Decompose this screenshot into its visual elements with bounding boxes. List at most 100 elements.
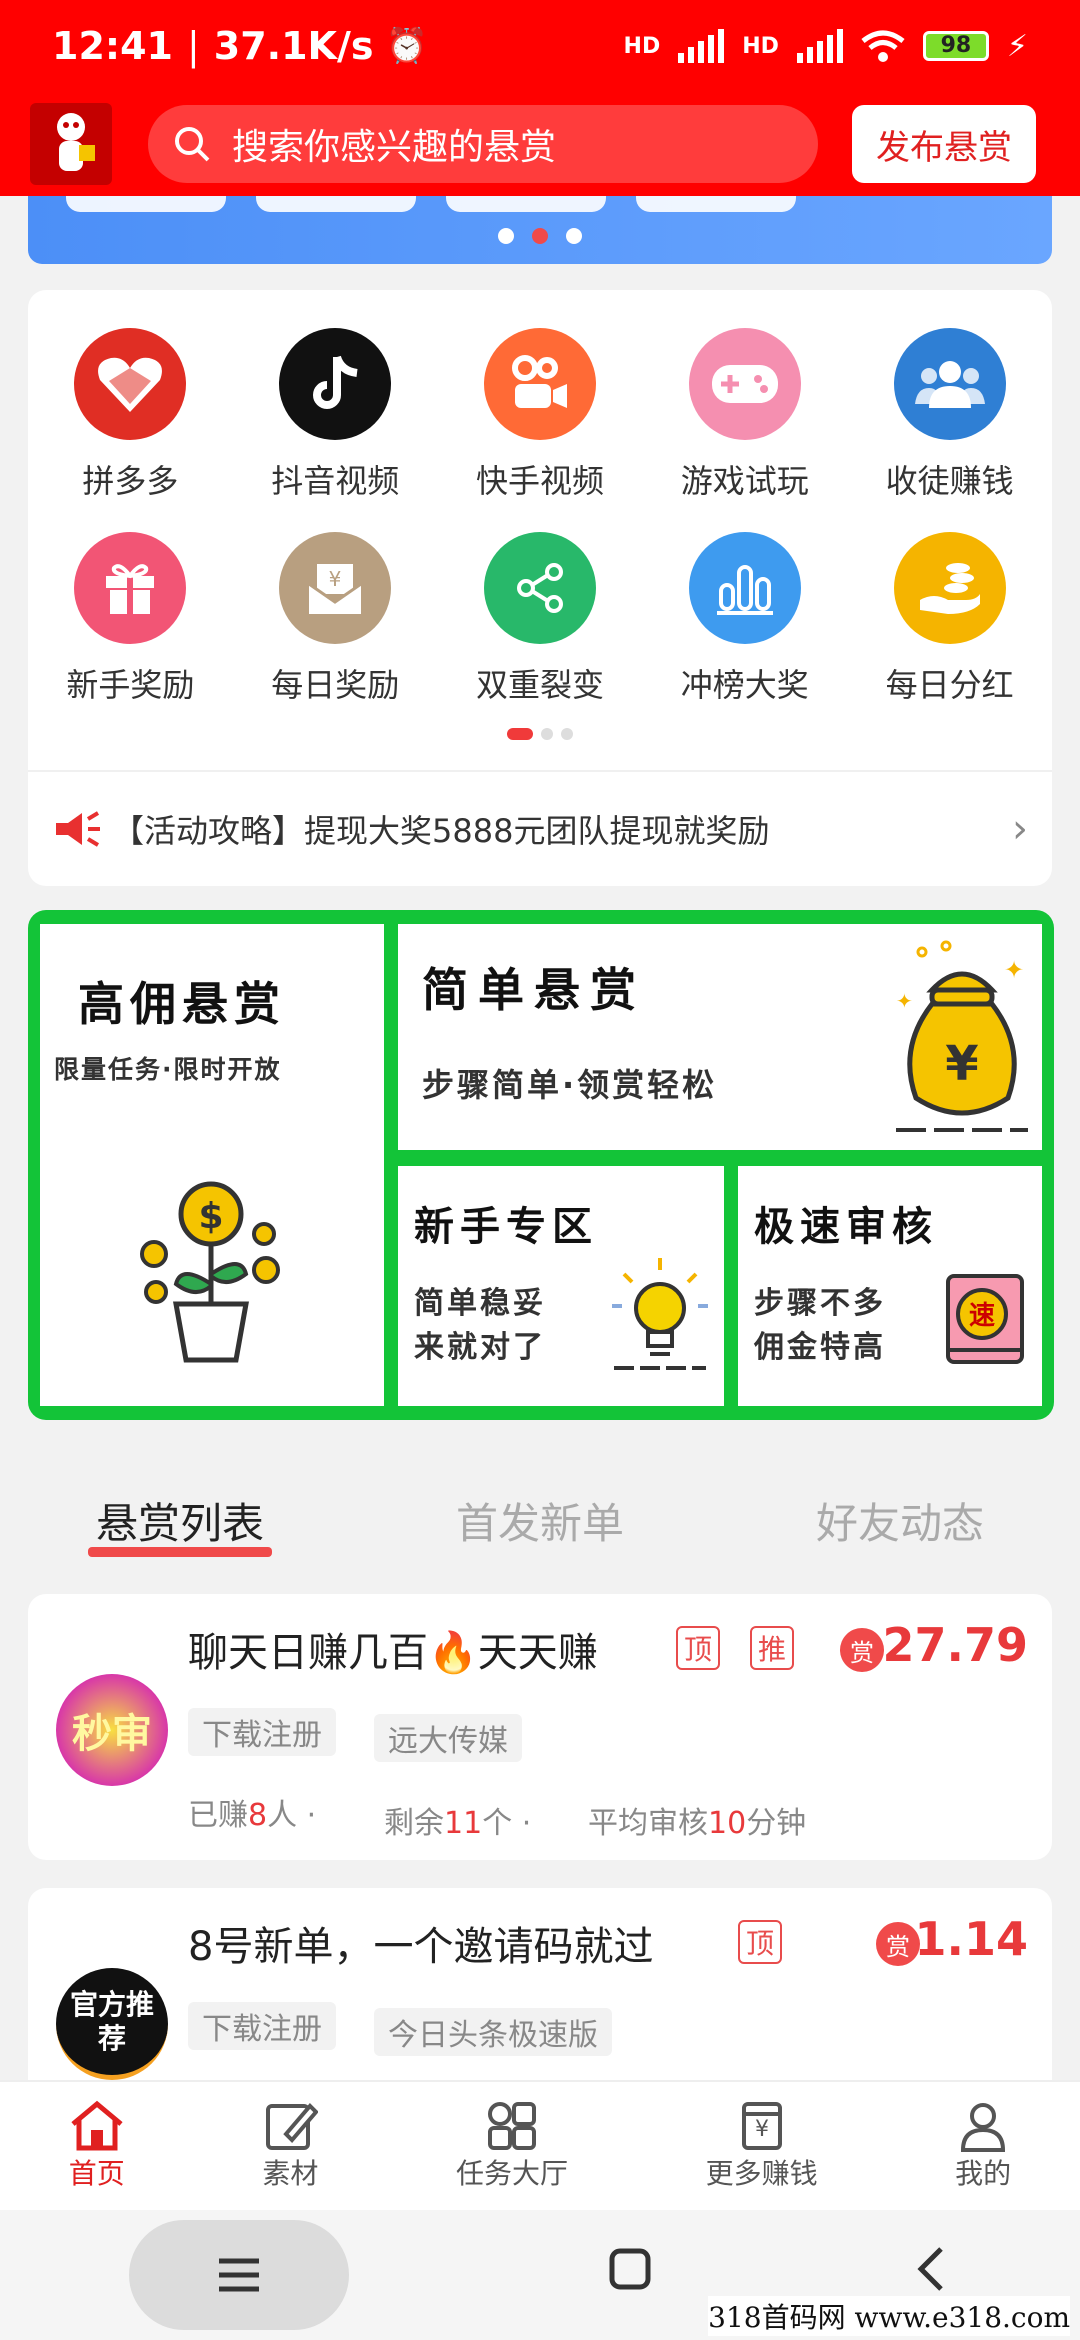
promo-right-title: 极速审核 — [754, 1204, 938, 1250]
gamepad-icon — [688, 328, 801, 440]
grid-item-double-fission[interactable]: 双重裂变 — [438, 532, 643, 706]
grid-item-pinduoduo[interactable]: 拼多多 — [28, 328, 233, 502]
task-earned: 已赚8人 · — [188, 1798, 317, 1833]
bar-chart-icon — [688, 532, 801, 644]
home-button[interactable] — [608, 2247, 652, 2303]
banner-carousel[interactable] — [28, 196, 1052, 264]
promo-fast-review[interactable]: 极速审核 步骤不多 佣金特高 速 — [738, 1166, 1042, 1406]
promo-simple-reward[interactable]: 简单悬赏 步骤简单·领赏轻松 ✦ ✦ ¥ — [398, 924, 1042, 1150]
menu-button[interactable] — [129, 2220, 350, 2330]
grid-item-leaderboard[interactable]: 冲榜大奖 — [642, 532, 847, 706]
activity-notice[interactable]: 【活动攻略】提现大奖5888元团队提现就奖励 › — [28, 770, 1052, 886]
share-icon — [483, 532, 596, 644]
promo-right-sub2: 佣金特高 — [754, 1330, 886, 1365]
grid-item-label: 拼多多 — [82, 462, 179, 500]
nav-label: 任务大厅 — [455, 2157, 568, 2190]
grid-item-label: 收徒赚钱 — [885, 462, 1014, 500]
nav-profile[interactable]: 我的 — [955, 2100, 1011, 2192]
app-logo[interactable] — [30, 103, 112, 185]
recommend-badge: 推 — [750, 1626, 794, 1670]
grid-item-label: 游戏试玩 — [680, 462, 809, 500]
task-tag: 下载注册 — [188, 1708, 336, 1756]
promo-left-sub: 限量任务·限时开放 — [54, 1055, 282, 1084]
signal-icon — [678, 29, 725, 63]
grid-item-douyin[interactable]: 抖音视频 — [233, 328, 438, 502]
grid-item-label: 冲榜大奖 — [680, 666, 809, 704]
grid-item-daily-reward[interactable]: ¥ 每日奖励 — [233, 532, 438, 706]
category-grid: 拼多多 抖音视频 快手视频 游戏试玩 收徒赚钱 新手奖励 ¥ 每日奖励 双重裂变… — [28, 328, 1052, 706]
task-reward: 1.14 — [914, 1912, 1029, 1966]
grid-page-dots — [28, 728, 1052, 740]
hd-label-2: HD — [742, 33, 779, 59]
grid-item-game-trial[interactable]: 游戏试玩 — [642, 328, 847, 502]
nav-task-hall[interactable]: 任务大厅 — [456, 2100, 568, 2192]
grid-item-label: 双重裂变 — [475, 666, 604, 704]
task-card[interactable]: 官方推荐 8号新单，一个邀请码就过 顶 赏 1.14 下载注册 今日头条极速版 — [28, 1888, 1052, 2080]
search-icon — [175, 127, 210, 162]
publish-reward-button[interactable]: 发布悬赏 — [852, 105, 1036, 183]
promo-mid-sub1: 简单稳妥 — [414, 1286, 546, 1321]
nav-home[interactable]: 首页 — [69, 2100, 125, 2192]
money-bag-icon: ✦ ✦ ¥ — [896, 940, 1028, 1132]
grid-item-kuaishou[interactable]: 快手视频 — [438, 328, 643, 502]
notice-text: 【活动攻略】提现大奖5888元团队提现就奖励 — [112, 812, 770, 850]
search-input[interactable]: 搜索你感兴趣的悬赏 — [148, 105, 818, 183]
back-arrow-icon — [917, 2247, 943, 2291]
user-icon — [961, 2103, 1006, 2152]
gift-icon — [74, 532, 187, 644]
alarm-icon: ⏰ — [385, 26, 428, 66]
grid-item-newbie-reward[interactable]: 新手奖励 — [28, 532, 233, 706]
app-header: 搜索你感兴趣的悬赏 发布悬赏 — [0, 92, 1080, 196]
list-tabs: 悬赏列表 首发新单 好友动态 — [0, 1470, 1080, 1570]
reward-icon: 赏 — [876, 1922, 920, 1966]
search-placeholder: 搜索你感兴趣的悬赏 — [232, 127, 557, 168]
promo-top-sub: 步骤简单·领赏轻松 — [422, 1066, 718, 1104]
network-speed: 37.1K/s — [213, 24, 374, 68]
grid-item-recruit[interactable]: 收徒赚钱 — [847, 328, 1052, 502]
wallet-yen-icon: ¥ — [741, 2102, 782, 2150]
promo-top-title: 简单悬赏 — [422, 963, 646, 1017]
nav-materials[interactable]: 素材 — [262, 2100, 318, 2192]
svg-text:¥: ¥ — [329, 567, 342, 591]
nav-label: 首页 — [68, 2157, 125, 2190]
reward-icon: 赏 — [840, 1628, 884, 1672]
grid-icon — [487, 2102, 536, 2150]
tab-reward-list[interactable]: 悬赏列表 — [87, 1490, 273, 1557]
task-tag: 远大传媒 — [374, 1714, 522, 1762]
money-bag-glyph: ¥ — [945, 1036, 978, 1092]
grid-item-label: 每日奖励 — [271, 666, 400, 704]
task-avg-review: 平均审核10分钟 — [588, 1806, 807, 1841]
promo-high-commission[interactable]: 高佣悬赏 限量任务·限时开放 $ — [40, 924, 384, 1406]
promo-mid-sub2: 来就对了 — [414, 1330, 546, 1365]
edit-icon — [266, 2103, 319, 2150]
wifi-icon — [861, 30, 905, 62]
task-card[interactable]: 秒审 聊天日赚几百🔥天天赚 顶 推 赏 27.79 下载注册 远大传媒 已赚8人… — [28, 1594, 1052, 1860]
chevron-right-icon: › — [1012, 806, 1028, 852]
promo-newbie-zone[interactable]: 新手专区 简单稳妥 来就对了 — [398, 1166, 724, 1406]
task-reward: 27.79 — [882, 1618, 1028, 1672]
nav-label: 我的 — [955, 2157, 1012, 2190]
douyin-icon — [279, 328, 392, 440]
task-tag: 下载注册 — [188, 2002, 336, 2050]
lightbulb-icon — [612, 1258, 708, 1370]
nav-more-earn[interactable]: ¥ 更多赚钱 — [706, 2100, 818, 2192]
square-home-icon — [609, 2248, 651, 2290]
bottom-navigation: 首页 素材 任务大厅 ¥ 更多赚钱 我的 — [0, 2080, 1080, 2210]
promo-right-sub1: 步骤不多 — [754, 1286, 886, 1321]
tab-new-orders[interactable]: 首发新单 — [456, 1490, 624, 1551]
home-icon — [71, 2100, 123, 2151]
top-badge: 顶 — [738, 1920, 782, 1964]
grid-item-label: 快手视频 — [475, 462, 604, 500]
envelope-yen-icon: ¥ — [279, 532, 392, 644]
grid-item-daily-dividend[interactable]: 每日分红 — [847, 532, 1052, 706]
megaphone-icon — [56, 811, 100, 847]
category-grid-card: 拼多多 抖音视频 快手视频 游戏试玩 收徒赚钱 新手奖励 ¥ 每日奖励 双重裂变… — [28, 290, 1052, 886]
tab-friend-activity[interactable]: 好友动态 — [816, 1490, 984, 1551]
status-bar: 12:41 | 37.1K/s ⏰ HD HD 98 ⚡ — [0, 0, 1080, 92]
grid-item-label: 新手奖励 — [66, 666, 195, 704]
promo-panel: 高佣悬赏 限量任务·限时开放 $ 简单悬赏 步骤简单·领赏轻松 ✦ ✦ ¥ 新手… — [28, 910, 1054, 1420]
users-icon — [893, 328, 1006, 440]
svg-text:✦: ✦ — [1004, 956, 1024, 984]
nav-label: 更多赚钱 — [705, 2157, 818, 2190]
task-title: 8号新单，一个邀请码就过 — [188, 1924, 654, 1970]
